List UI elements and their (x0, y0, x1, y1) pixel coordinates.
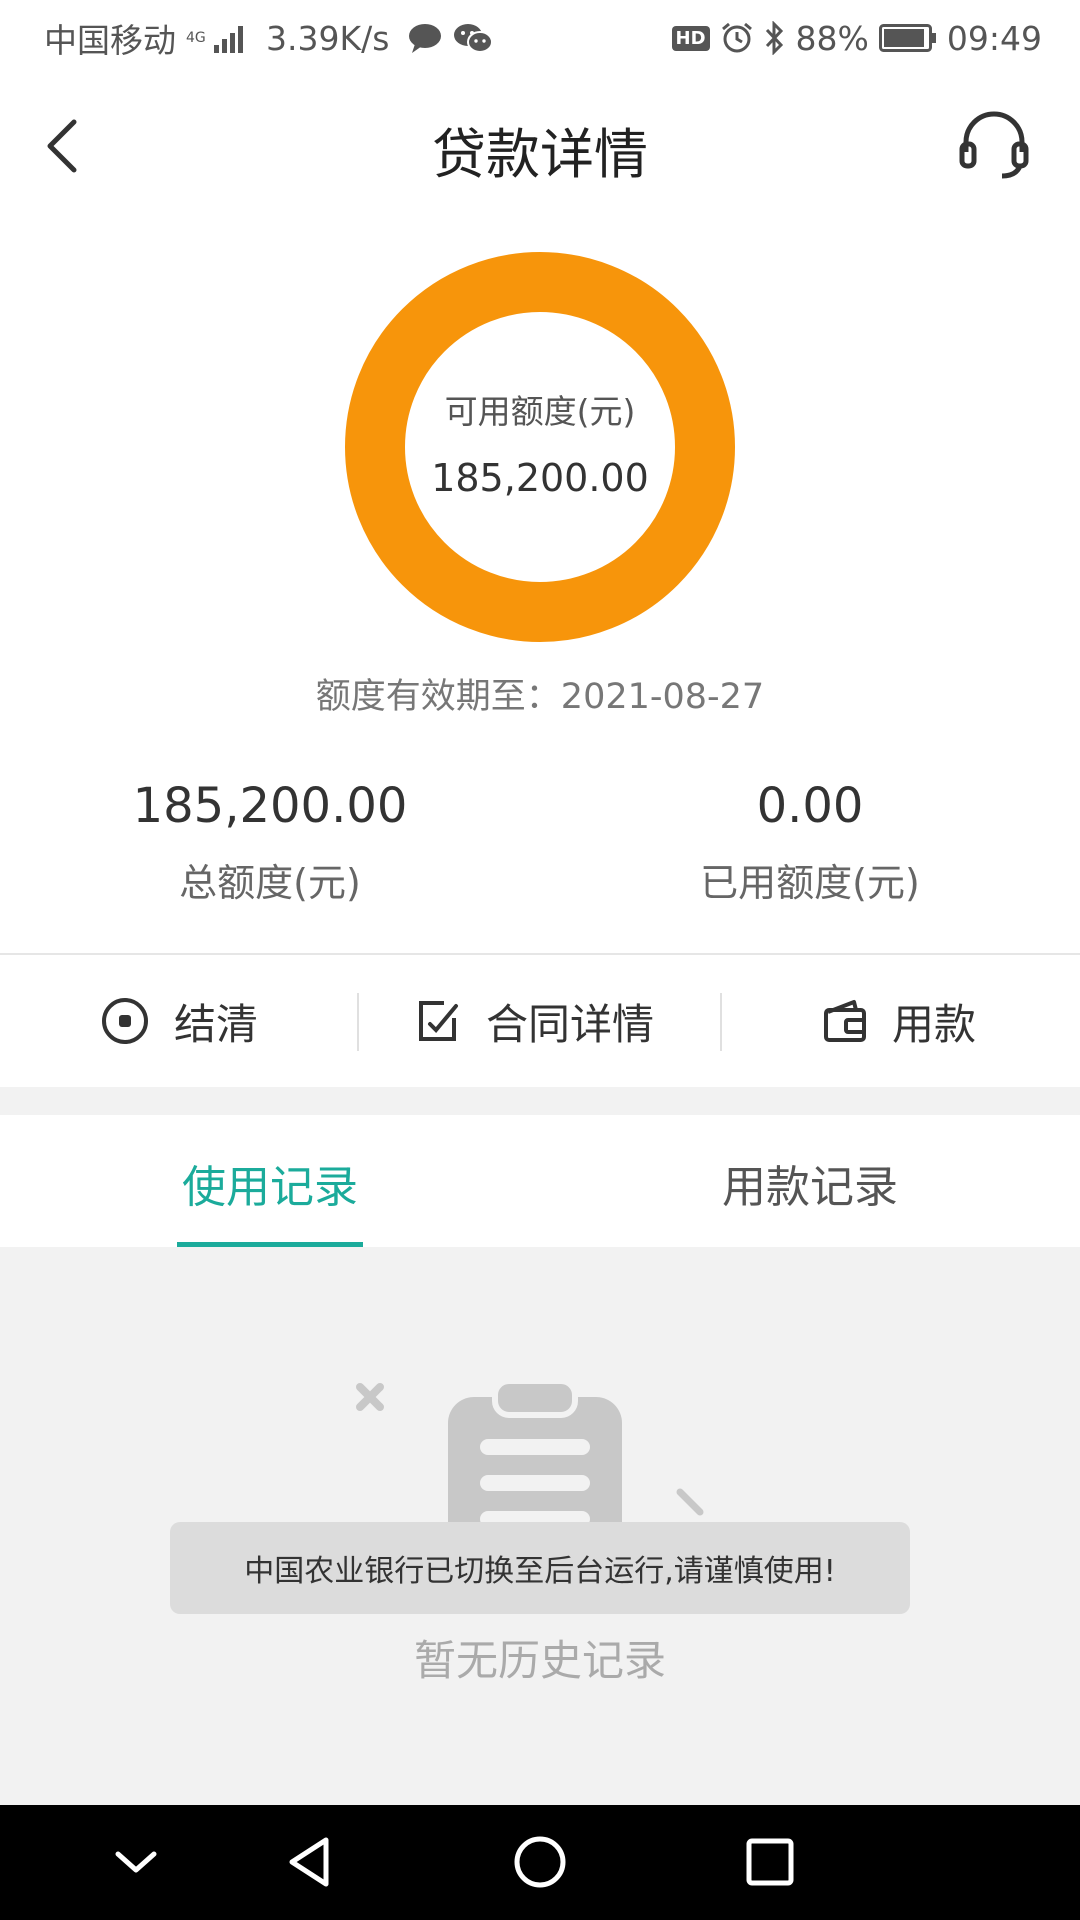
header: 贷款详情 (0, 76, 1080, 212)
battery-percent: 88% (795, 18, 869, 58)
draw-funds-label: 用款 (892, 999, 977, 1049)
contract-details-button[interactable]: 合同详情 (416, 955, 654, 1087)
wallet-icon (824, 1000, 866, 1042)
hd-icon: HD (671, 25, 710, 51)
nav-back-button[interactable] (280, 1832, 340, 1892)
tab-usage-records[interactable]: 使用记录 (120, 1151, 420, 1215)
total-credit-label: 总额度(元) (179, 861, 361, 905)
status-right: HD 88% 09:49 (671, 18, 1042, 58)
section-gap (0, 1087, 1080, 1115)
empty-records-text: 暂无历史记录 (413, 1636, 666, 1685)
page-title: 贷款详情 (432, 123, 648, 186)
nav-home-button[interactable] (510, 1832, 570, 1892)
system-nav-bar (0, 1805, 1080, 1920)
record-tabs: 使用记录 用款记录 (0, 1115, 1080, 1247)
tab-withdrawal-records[interactable]: 用款记录 (660, 1151, 960, 1215)
nav-collapse-button[interactable] (106, 1832, 166, 1892)
chevron-down-icon (115, 1851, 157, 1873)
radio-dot-icon (102, 998, 148, 1044)
status-bar: 中国移动 4G 3.39K/s HD 88% 09:49 (0, 0, 1080, 76)
wechat-icon (453, 22, 494, 54)
network-speed: 3.39K/s (266, 18, 390, 58)
triangle-back-icon (289, 1837, 329, 1887)
settle-button[interactable]: 结清 (100, 955, 258, 1087)
credit-validity-text: 额度有效期至：2021-08-27 (315, 677, 765, 717)
carrier-name: 中国移动 (44, 21, 176, 60)
contract-details-label: 合同详情 (486, 999, 655, 1049)
alarm-icon (720, 21, 754, 55)
message-icon (407, 22, 443, 54)
used-credit-label: 已用额度(元) (700, 861, 920, 905)
battery-icon (878, 24, 937, 52)
available-credit-label: 可用额度(元) (444, 392, 636, 431)
action-separator (357, 993, 359, 1051)
square-recents-icon (746, 1838, 794, 1886)
total-credit-value: 185,200.00 (132, 778, 408, 834)
customer-service-button[interactable] (956, 106, 1032, 182)
action-separator (720, 993, 722, 1051)
background-warning-toast: 中国农业银行已切换至后台运行,请谨慎使用! (170, 1522, 910, 1614)
action-row: 结清 合同详情 用款 (0, 955, 1080, 1087)
used-credit-value: 0.00 (756, 778, 864, 834)
edit-document-icon (419, 1001, 458, 1041)
available-credit-value: 185,200.00 (431, 456, 649, 500)
status-left: 中国移动 4G 3.39K/s (44, 14, 494, 62)
network-type: 4G (186, 30, 206, 46)
headset-icon (959, 111, 1029, 179)
loan-detail-screen: 中国移动 4G 3.39K/s HD 88% 09:49 贷款详情 可用额度(元… (0, 0, 1080, 1920)
nav-recents-button[interactable] (740, 1832, 800, 1892)
settle-label: 结清 (174, 999, 259, 1049)
draw-funds-button[interactable]: 用款 (822, 955, 976, 1087)
clock-time: 09:49 (946, 18, 1042, 58)
bluetooth-icon (764, 21, 786, 55)
signal-icon (214, 23, 248, 53)
circle-home-icon (514, 1836, 566, 1888)
available-credit-donut (345, 252, 735, 642)
